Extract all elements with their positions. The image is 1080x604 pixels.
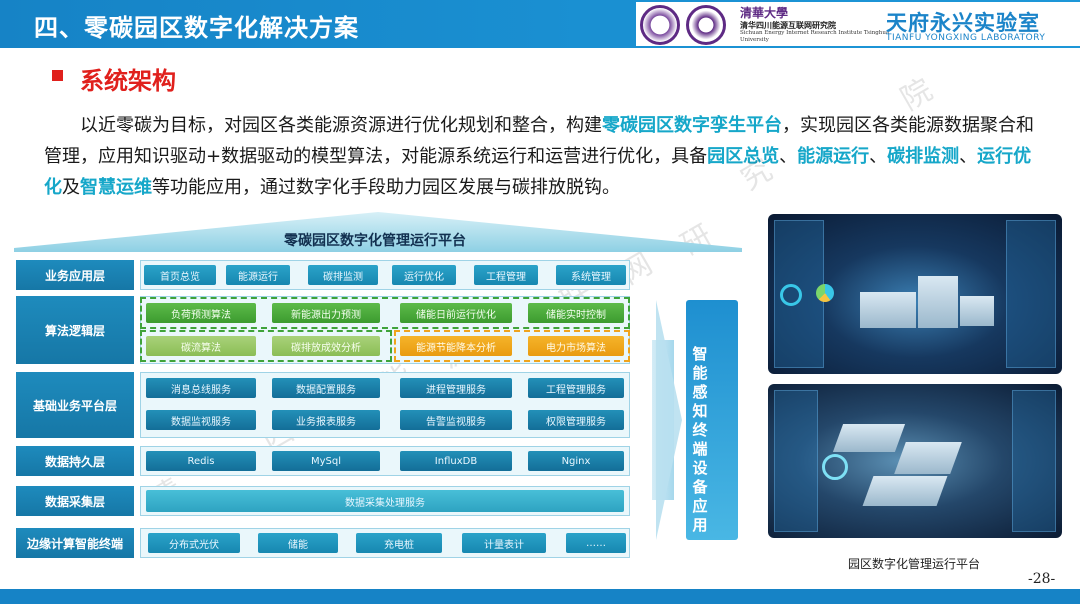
algo-item[interactable]: 电力市场算法	[528, 336, 624, 356]
app-item[interactable]: 首页总览	[144, 265, 216, 285]
collect-item[interactable]: 数据采集处理服务	[146, 490, 624, 512]
university-name: 清華大學	[740, 6, 789, 20]
platform-item[interactable]: 工程管理服务	[528, 378, 624, 398]
app-item[interactable]: 系统管理	[556, 265, 626, 285]
algo-item[interactable]: 碳流算法	[146, 336, 256, 356]
platform-item[interactable]: 告警监视服务	[400, 410, 512, 430]
algo-item[interactable]: 储能日前运行优化	[400, 303, 512, 323]
screenshot-caption: 园区数字化管理运行平台	[848, 557, 981, 571]
para-text: 及	[62, 177, 80, 198]
side-arrow-text: 智能感知终端设备应用	[692, 345, 708, 534]
institute-seal-icon	[686, 5, 726, 45]
para-text: 、	[779, 146, 798, 167]
institute-name-en: Sichuan Energy Internet Research Institu…	[740, 30, 890, 43]
persist-item[interactable]: MySql	[272, 451, 380, 471]
section-bullet-icon	[52, 70, 63, 81]
platform-item[interactable]: 数据配置服务	[272, 378, 380, 398]
logo-group: 清華大學 清华四川能源互联网研究院 Sichuan Energy Interne…	[636, 2, 1080, 46]
persist-item[interactable]: InfluxDB	[400, 451, 512, 471]
diagram-title: 零碳园区数字化管理运行平台	[284, 233, 466, 249]
layer-label-collect: 数据采集层	[16, 486, 134, 516]
highlight-twin-platform: 零碳园区数字孪生平台	[602, 115, 782, 136]
edge-item[interactable]: 充电桩	[356, 533, 442, 553]
page-number: -28-	[1028, 571, 1056, 587]
edge-item[interactable]: 储能	[258, 533, 338, 553]
layer-label-platform: 基础业务平台层	[16, 372, 134, 438]
algo-item[interactable]: 新能源出力预测	[272, 303, 380, 323]
algo-item[interactable]: 储能实时控制	[528, 303, 624, 323]
para-text: 、	[869, 146, 888, 167]
platform-item[interactable]: 业务报表服务	[272, 410, 380, 430]
algo-item[interactable]: 负荷预测算法	[146, 303, 256, 323]
para-text: 、	[959, 146, 978, 167]
intro-paragraph: 以近零碳为目标，对园区各类能源资源进行优化规划和整合，构建零碳园区数字孪生平台，…	[44, 110, 1044, 203]
app-item[interactable]: 运行优化	[392, 265, 456, 285]
layer-label-edge: 边缘计算智能终端	[16, 528, 134, 558]
algo-item[interactable]: 能源节能降本分析	[400, 336, 512, 356]
platform-item[interactable]: 进程管理服务	[400, 378, 512, 398]
app-item[interactable]: 工程管理	[474, 265, 538, 285]
highlight-energy-operation: 能源运行	[797, 146, 870, 167]
para-text: 等功能应用，通过数字化手段助力园区发展与碳排放脱钩。	[152, 177, 620, 198]
edge-item[interactable]: ……	[566, 533, 626, 553]
platform-item[interactable]: 权限管理服务	[528, 410, 624, 430]
section-title: 系统架构	[80, 67, 176, 95]
layer-label-app: 业务应用层	[16, 260, 134, 290]
layer-label-algo: 算法逻辑层	[16, 296, 134, 364]
footer-bar	[0, 589, 1080, 604]
platform-item[interactable]: 消息总线服务	[146, 378, 256, 398]
layer-label-persist: 数据持久层	[16, 446, 134, 476]
algo-item[interactable]: 碳排放成效分析	[272, 336, 380, 356]
platform-item[interactable]: 数据监视服务	[146, 410, 256, 430]
app-item[interactable]: 能源运行	[226, 265, 290, 285]
highlight-carbon-monitoring: 碳排监测	[887, 146, 960, 167]
page-title: 四、零碳园区数字化解决方案	[34, 14, 359, 42]
lab-name-en: TIANFU YONGXING LABORATORY	[886, 33, 1046, 43]
app-item[interactable]: 碳排监测	[308, 265, 378, 285]
persist-item[interactable]: Nginx	[528, 451, 624, 471]
dashboard-screenshot-2	[768, 384, 1062, 538]
edge-item[interactable]: 分布式光伏	[148, 533, 240, 553]
persist-item[interactable]: Redis	[146, 451, 256, 471]
university-seal-icon	[640, 5, 680, 45]
dashboard-screenshot-1	[768, 214, 1062, 374]
para-text: 以近零碳为目标，对园区各类能源资源进行优化规划和整合，构建	[80, 115, 602, 136]
highlight-smart-om: 智慧运维	[80, 177, 152, 198]
edge-item[interactable]: 计量表计	[462, 533, 546, 553]
header-bar: 四、零碳园区数字化解决方案 清華大學 清华四川能源互联网研究院 Sichuan …	[0, 0, 1080, 48]
